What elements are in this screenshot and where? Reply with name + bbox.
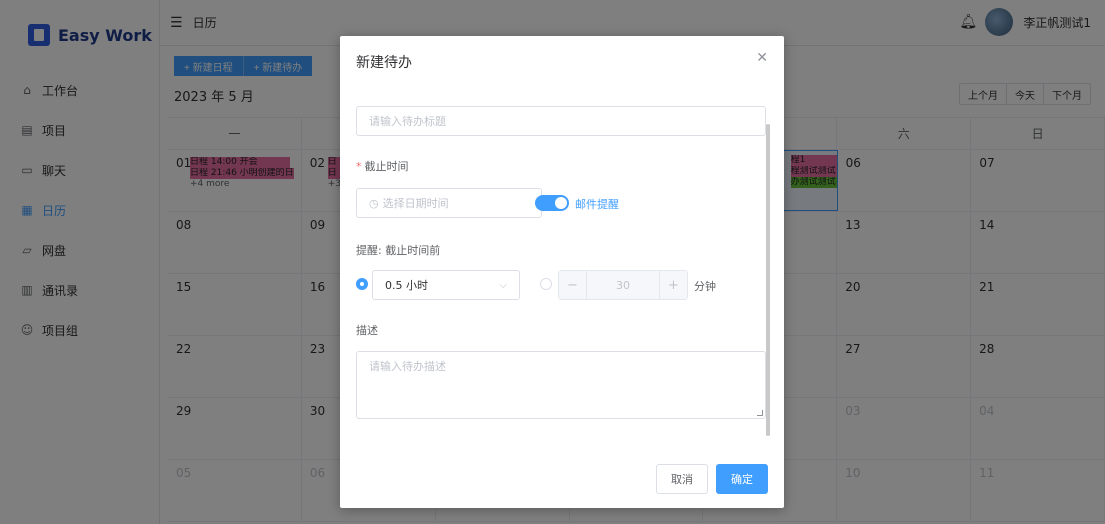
date-placeholder: 选择日期时间: [382, 197, 449, 210]
hour-radio[interactable]: [356, 278, 368, 290]
hour-select[interactable]: 0.5 小时 ⌵: [372, 270, 520, 300]
hour-select-value: 0.5 小时: [385, 279, 428, 292]
email-remind-label: 邮件提醒: [575, 198, 619, 211]
resize-handle-icon[interactable]: [757, 410, 763, 416]
minute-radio[interactable]: [540, 278, 552, 290]
minutes-stepper[interactable]: − 30 +: [558, 270, 688, 300]
clock-icon: ◷: [369, 196, 379, 210]
new-todo-dialog: 新建待办 ✕ 请输入待办标题 * 截止时间 ◷ 选择日期时间 邮件提醒 提醒: 截…: [340, 36, 784, 508]
todo-title-input[interactable]: 请输入待办标题: [356, 106, 766, 136]
description-placeholder: 请输入待办描述: [369, 360, 446, 373]
description-label: 描述: [356, 324, 378, 337]
deadline-label: * 截止时间: [356, 158, 409, 174]
remind-label: 提醒: 截止时间前: [356, 244, 441, 257]
minutes-value[interactable]: 30: [587, 271, 659, 299]
deadline-date-input[interactable]: ◷ 选择日期时间: [356, 188, 542, 218]
confirm-button[interactable]: 确定: [716, 464, 768, 494]
description-textarea[interactable]: 请输入待办描述: [356, 351, 766, 419]
dialog-scrollbar[interactable]: [766, 124, 770, 436]
minus-icon[interactable]: −: [559, 271, 587, 299]
plus-icon[interactable]: +: [659, 271, 687, 299]
close-icon[interactable]: ✕: [756, 50, 768, 66]
dialog-title: 新建待办: [356, 55, 412, 71]
deadline-label-text: 截止时间: [364, 160, 409, 173]
chevron-down-icon: ⌵: [499, 279, 507, 291]
minutes-unit: 分钟: [694, 280, 716, 293]
dialog-body: 请输入待办标题 * 截止时间 ◷ 选择日期时间 邮件提醒 提醒: 截止时间前 0.…: [356, 106, 766, 436]
cancel-button[interactable]: 取消: [656, 464, 708, 494]
email-remind-switch[interactable]: [535, 195, 569, 211]
required-mark: *: [356, 160, 362, 173]
